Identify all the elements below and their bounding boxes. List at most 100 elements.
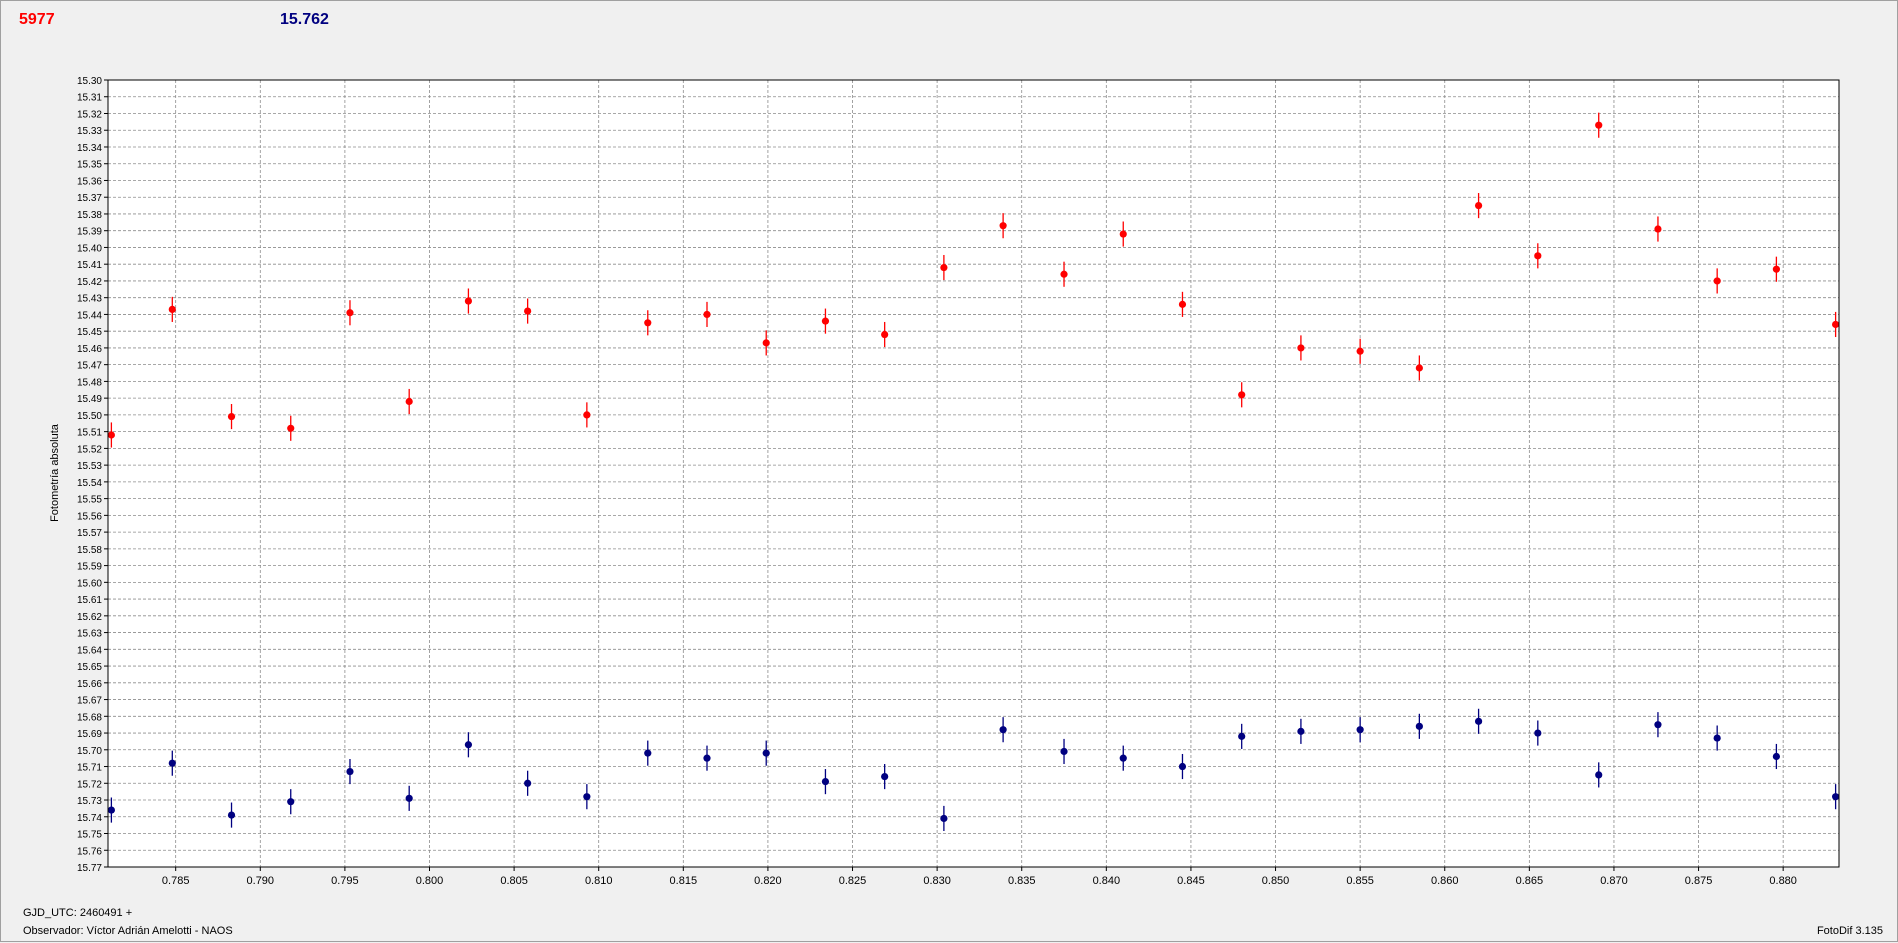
data-point <box>107 431 115 439</box>
y-tick-label: 15.76 <box>77 846 102 857</box>
y-tick-label: 15.62 <box>77 612 102 623</box>
y-tick-label: 15.69 <box>77 729 102 740</box>
x-tick-label: 0.785 <box>162 875 190 887</box>
x-tick-label: 0.825 <box>839 875 867 887</box>
data-point <box>1772 265 1780 273</box>
data-point <box>1415 364 1423 372</box>
data-point <box>1654 721 1662 729</box>
data-point <box>1119 754 1127 762</box>
photometry-chart: 15.30 15.31 15.32 15.33 15.34 15.35 15.36 15.37… <box>49 76 1840 887</box>
data-point <box>881 330 889 339</box>
data-point <box>1238 732 1246 740</box>
y-tick-label: 15.58 <box>77 545 102 556</box>
y-tick-label: 15.72 <box>77 779 102 790</box>
y-tick-label: 15.52 <box>77 444 102 455</box>
data-point <box>1178 762 1187 771</box>
y-tick-label: 15.49 <box>77 394 102 405</box>
x-tick-label: 0.805 <box>500 875 528 887</box>
y-tick-label: 15.53 <box>77 461 102 472</box>
data-point <box>583 793 591 801</box>
x-tick-label: 0.875 <box>1685 875 1713 887</box>
data-point <box>1534 252 1542 260</box>
x-tick-label: 0.790 <box>247 875 275 887</box>
y-tick-label: 15.57 <box>77 528 102 539</box>
data-point <box>1238 391 1246 399</box>
x-tick-label: 0.870 <box>1600 875 1628 887</box>
data-point <box>1415 722 1423 730</box>
software-version: FotoDif 3.135 <box>1816 925 1883 937</box>
data-point <box>583 411 591 419</box>
y-tick-label: 15.38 <box>77 210 102 221</box>
data-point <box>1832 320 1840 329</box>
data-point <box>703 310 711 319</box>
y-tick-label: 15.65 <box>77 662 102 673</box>
data-point <box>1474 201 1483 210</box>
x-tick-label: 0.815 <box>670 875 698 887</box>
y-tick-label: 15.37 <box>77 193 102 204</box>
data-point <box>1654 225 1662 233</box>
y-tick-label: 15.70 <box>77 746 102 757</box>
data-point <box>287 424 295 432</box>
data-point <box>227 811 236 819</box>
y-tick-label: 15.45 <box>77 327 102 338</box>
x-tick-label: 0.860 <box>1431 875 1459 887</box>
data-point <box>1060 270 1068 278</box>
data-point <box>1178 300 1187 308</box>
data-point <box>940 814 948 823</box>
x-tick-label: 0.880 <box>1769 875 1797 887</box>
x-axis: 0.785 0.790 0.795 0.800 0.805 0.810 0.815 0.820… <box>162 867 1797 887</box>
y-tick-label: 15.60 <box>77 578 102 589</box>
x-tick-label: 0.835 <box>1008 875 1036 887</box>
data-point <box>405 794 413 802</box>
y-tick-label: 15.54 <box>77 478 102 489</box>
data-point <box>1119 230 1127 238</box>
data-point <box>1713 734 1721 742</box>
x-tick-label: 0.810 <box>585 875 613 887</box>
data-point <box>524 779 532 787</box>
y-axis-label: Fotometría absoluta <box>49 423 61 522</box>
data-point <box>1595 121 1603 129</box>
y-tick-label: 15.77 <box>77 863 102 874</box>
data-point <box>464 297 473 305</box>
x-tick-label: 0.845 <box>1177 875 1205 887</box>
y-tick-label: 15.68 <box>77 712 102 723</box>
y-tick-label: 15.74 <box>77 813 102 824</box>
y-tick-label: 15.47 <box>77 361 102 372</box>
y-tick-label: 15.33 <box>77 126 102 137</box>
x-tick-label: 0.850 <box>1262 875 1290 887</box>
data-point <box>227 412 236 421</box>
data-point <box>346 767 354 776</box>
data-point <box>1713 277 1721 285</box>
data-point <box>1356 726 1364 734</box>
data-point <box>1297 727 1305 735</box>
y-tick-label: 15.30 <box>77 76 102 87</box>
y-tick-label: 15.55 <box>77 495 102 506</box>
data-point <box>1474 717 1483 725</box>
y-tick-label: 15.63 <box>77 629 102 640</box>
data-point <box>703 754 711 762</box>
y-tick-label: 15.40 <box>77 243 102 254</box>
data-point <box>999 726 1007 734</box>
x-tick-label: 0.820 <box>754 875 782 887</box>
data-point <box>999 222 1007 230</box>
data-point <box>821 317 830 325</box>
x-tick-label: 0.830 <box>923 875 951 887</box>
data-point <box>107 806 115 814</box>
data-point <box>644 749 652 757</box>
data-point <box>168 759 176 767</box>
data-point <box>1595 771 1603 779</box>
data-point <box>1832 793 1840 801</box>
observer-label: Observador: Víctor Adrián Amelotti - NAO… <box>23 925 233 937</box>
data-point <box>881 772 889 781</box>
plot-area <box>108 80 1839 867</box>
y-tick-label: 15.39 <box>77 227 102 238</box>
y-tick-label: 15.44 <box>77 310 102 321</box>
data-point <box>821 778 830 786</box>
y-tick-label: 15.36 <box>77 176 102 187</box>
y-tick-label: 15.46 <box>77 344 102 355</box>
x-tick-label: 0.795 <box>331 875 359 887</box>
x-tick-label: 0.840 <box>1093 875 1121 887</box>
y-tick-label: 15.34 <box>77 143 102 154</box>
y-tick-label: 15.50 <box>77 411 102 422</box>
y-tick-label: 15.67 <box>77 696 102 707</box>
